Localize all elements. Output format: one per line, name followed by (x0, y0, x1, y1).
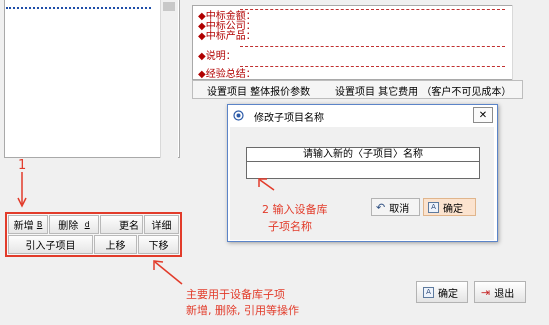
move-up-button[interactable]: 上移 (94, 235, 137, 254)
move-down-button[interactable]: 下移 (138, 235, 179, 254)
add-button[interactable]: 新增 B (8, 215, 48, 234)
editor-line-summary: ◆经验总结： (198, 69, 256, 80)
separator (240, 66, 505, 67)
tree-scroll-thumb[interactable] (163, 2, 175, 11)
exit-icon: ⇥ (481, 285, 491, 299)
annotation-arrow-up-icon (258, 178, 275, 191)
tree-scrollbar[interactable] (160, 0, 178, 158)
bottom-confirm-button[interactable]: A 确定 (416, 281, 468, 303)
editor-line-product: ◆中标产品： (198, 31, 256, 42)
selected-tree-item[interactable] (6, 0, 151, 9)
annotation-arrow-down-icon (17, 172, 27, 208)
editor-scrollbar[interactable] (512, 5, 525, 80)
annotation-step2-line1: 2 输入设备库 (262, 203, 328, 216)
tab-other-costs[interactable]: 设置项目 其它费用 （客户不可见成本） (335, 83, 511, 98)
confirm-icon: A (423, 286, 434, 298)
undo-icon: ↶ (376, 200, 386, 214)
annotation-arrow-upleft-icon (153, 260, 183, 285)
delete-shortcut-key: d (84, 220, 90, 229)
annotation-main-line1: 主要用于设备库子项 (186, 288, 285, 301)
dialog-title: 修改子项目名称 (254, 113, 324, 124)
annotation-step2-line2: 子项名称 (268, 220, 312, 233)
annotation-main-line2: 新增, 删除, 引用等操作 (186, 304, 299, 317)
add-shortcut-key: B (36, 220, 43, 229)
name-input-label: 请输入新的〈子项目〉名称 (247, 148, 479, 162)
separator (240, 46, 505, 47)
tab-overall-quote-params[interactable]: 设置项目 整体报价参数 (207, 83, 310, 98)
exit-button[interactable]: ⇥ 退出 (474, 281, 526, 303)
delete-button[interactable]: 删除 d (49, 215, 99, 234)
separator (240, 9, 505, 10)
confirm-button[interactable]: A 确定 (423, 198, 476, 216)
import-child-item-button[interactable]: 引入子项目 (8, 235, 93, 254)
cancel-button[interactable]: ↶ 取消 (371, 198, 420, 216)
dialog-close-button[interactable]: ✕ (473, 107, 493, 123)
detail-button[interactable]: 详细 (144, 215, 179, 234)
editor-line-notes: ◆说明： (198, 51, 236, 62)
annotation-marker-1: 1 (18, 158, 27, 173)
close-icon: ✕ (478, 109, 488, 121)
name-input[interactable] (248, 164, 478, 177)
circle-dot-icon (233, 110, 244, 121)
tree-panel[interactable] (4, 0, 180, 158)
rename-button[interactable]: 更名 (100, 215, 143, 234)
confirm-icon: A (428, 201, 439, 213)
